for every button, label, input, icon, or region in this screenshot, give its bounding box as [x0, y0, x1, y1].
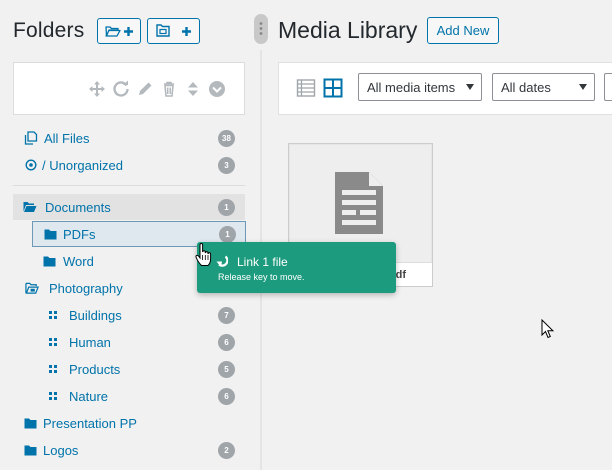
chevron-down-icon — [579, 84, 587, 90]
gallery-folder-open-icon — [25, 281, 39, 295]
file-count-badge: 6 — [218, 334, 235, 351]
gallery-grid-icon — [46, 308, 60, 322]
drag-tooltip-subtitle: Release key to move. — [218, 272, 305, 282]
tree-item-label: Presentation PP — [43, 415, 137, 431]
pencil-icon[interactable] — [136, 80, 154, 98]
tree-divider — [13, 185, 245, 186]
folder-icon — [42, 254, 56, 268]
tree-item-label: Photography — [49, 280, 123, 296]
drag-tooltip-title: Link 1 file — [237, 255, 288, 269]
tree-item-label: PDFs — [63, 226, 96, 242]
file-count-badge: 6 — [218, 388, 235, 405]
file-count-badge: 5 — [218, 361, 235, 378]
file-count-badge: 38 — [218, 130, 235, 147]
drag-tooltip: Link 1 file Release key to move. — [197, 242, 396, 293]
date-filter-value: All dates — [501, 79, 551, 95]
plus-icon — [181, 26, 192, 37]
tree-item-label: Human — [69, 334, 111, 350]
media-type-filter-value: All media items — [367, 79, 456, 95]
tree-item-human[interactable]: Human 6 — [13, 329, 245, 355]
gallery-grid-icon — [46, 362, 60, 376]
gallery-folder-icon — [155, 24, 171, 38]
gallery-grid-icon — [46, 389, 60, 403]
chevron-down-icon — [466, 84, 474, 90]
panel-resize-handle[interactable] — [254, 14, 268, 44]
tree-item-label: Products — [69, 361, 121, 377]
hand-cursor-icon — [195, 242, 213, 272]
tree-item-nature[interactable]: Nature 6 — [13, 383, 245, 409]
tree-item-label: Logos — [43, 442, 79, 458]
bulk-select-button[interactable] — [604, 73, 612, 101]
tree-item-label: Word — [63, 253, 94, 269]
tree-item-products[interactable]: Products 5 — [13, 356, 245, 382]
add-new-button[interactable]: Add New — [427, 17, 499, 44]
tree-item-presentation-pp[interactable]: Presentation PP — [13, 410, 245, 436]
folder-toolbar — [13, 62, 245, 115]
folder-open-icon — [23, 200, 37, 214]
tree-item-label: Nature — [69, 388, 109, 404]
tree-item-label: Documents — [45, 199, 111, 215]
arrow-cursor-icon — [541, 318, 555, 344]
folders-title: Folders — [13, 19, 85, 42]
media-type-filter[interactable]: All media items — [358, 73, 482, 101]
file-count-badge: 1 — [219, 226, 236, 243]
file-count-badge: 3 — [218, 157, 235, 174]
file-count-badge: 1 — [218, 199, 235, 216]
sort-icon[interactable] — [184, 80, 202, 98]
grid-view-icon[interactable] — [323, 78, 343, 98]
document-icon — [333, 170, 385, 241]
plus-icon — [123, 26, 134, 37]
target-circle-icon — [24, 158, 38, 172]
tree-item-buildings[interactable]: Buildings 7 — [13, 302, 245, 328]
folders-header: Folders — [13, 17, 84, 45]
file-count-badge: 7 — [218, 307, 235, 324]
folder-icon — [23, 416, 37, 430]
tree-item-label: All Files — [44, 130, 90, 146]
file-count-badge: 2 — [218, 442, 235, 459]
tree-item-all-files[interactable]: All Files 38 — [13, 125, 245, 151]
folder-open-icon — [104, 25, 121, 38]
gallery-grid-icon — [46, 335, 60, 349]
date-filter[interactable]: All dates — [492, 73, 595, 101]
folder-icon — [23, 443, 37, 457]
new-gallery-folder-button[interactable] — [147, 18, 200, 44]
folder-icon — [43, 227, 57, 241]
trash-icon[interactable] — [160, 80, 178, 98]
new-folder-button[interactable] — [97, 18, 141, 44]
tree-item-logos[interactable]: Logos 2 — [13, 437, 245, 463]
files-icon — [24, 131, 38, 145]
chevron-down-circle-icon[interactable] — [208, 80, 226, 98]
list-view-icon[interactable] — [296, 78, 316, 98]
tree-item-unorganized[interactable]: / Unorganized 3 — [13, 152, 245, 178]
tree-item-documents[interactable]: Documents 1 — [13, 194, 245, 220]
attachment-filename: df — [395, 269, 406, 281]
refresh-icon[interactable] — [112, 80, 130, 98]
move-icon[interactable] — [88, 80, 106, 98]
link-arrow-icon — [216, 255, 229, 273]
tree-item-label: Buildings — [69, 307, 122, 323]
page-title: Media Library — [278, 17, 418, 43]
tree-item-label: / Unorganized — [42, 157, 123, 173]
